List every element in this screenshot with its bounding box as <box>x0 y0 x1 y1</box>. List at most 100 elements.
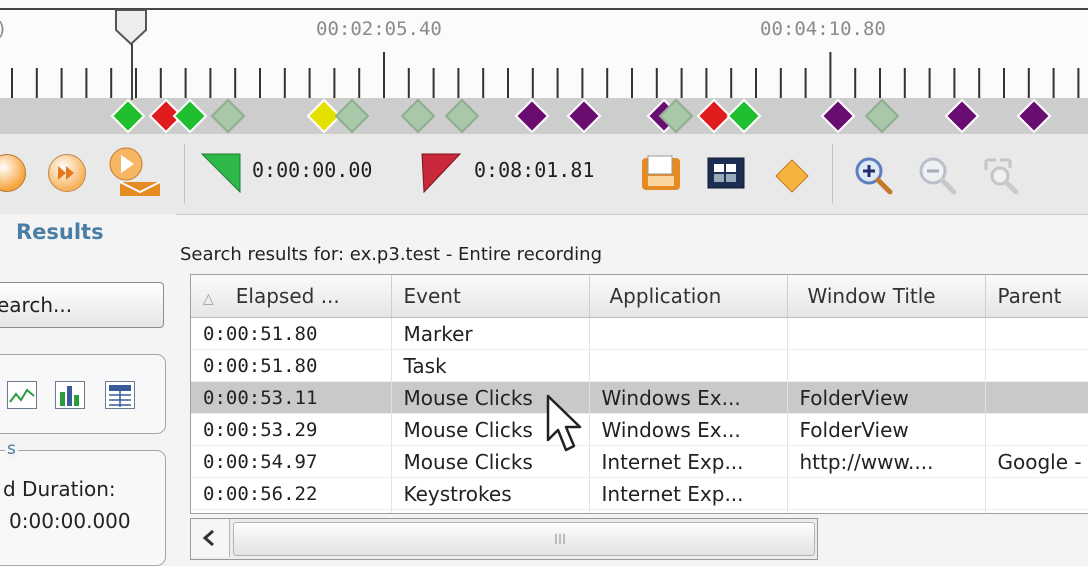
table-row[interactable]: 0:00:56.29KeystrokesInternet Exp... <box>191 509 1088 513</box>
zoom-fit-icon[interactable] <box>980 154 1024 198</box>
statistics-group: s d Duration: 0:00:00.000 <box>0 439 166 566</box>
bar-view-icon[interactable] <box>55 381 85 409</box>
results-grid[interactable]: △ Elapsed ... Event Application Window Ti… <box>190 274 1088 514</box>
fast-forward-icon[interactable] <box>48 154 86 192</box>
diamond-marker-icon[interactable] <box>772 158 812 194</box>
toolbar: 0:00:00.00 0:08:01.81 <box>0 134 1088 215</box>
cell-event: Task <box>391 349 590 382</box>
chart-view-icon[interactable] <box>7 381 37 409</box>
timeline[interactable]: ) 00:02:05.40 00:04:10.80 <box>0 0 1088 134</box>
left-panel: Results earch... s d Duration: 0:00:00.0… <box>0 214 176 566</box>
cell-event: Keystrokes <box>391 509 590 513</box>
cell-window-title <box>787 509 986 513</box>
scroll-left-button[interactable] <box>191 519 230 557</box>
event-marker[interactable] <box>1016 98 1052 134</box>
start-time: 0:00:00.00 <box>252 158 373 182</box>
sort-ascending-icon: △ <box>203 291 214 307</box>
cell-elapsed: 0:00:51.80 <box>191 349 392 382</box>
cell-window-title: http://www.... <box>787 445 986 478</box>
event-marker[interactable] <box>400 98 436 134</box>
cell-parent <box>985 477 1088 510</box>
cell-elapsed: 0:00:56.29 <box>191 509 392 513</box>
results-table: △ Elapsed ... Event Application Window Ti… <box>191 275 1088 513</box>
mouse-cursor-icon <box>546 394 582 452</box>
end-marker-icon[interactable] <box>420 152 464 196</box>
cell-parent <box>985 317 1088 350</box>
marker-band[interactable] <box>0 98 1088 134</box>
table-row[interactable]: 0:00:51.80 Marker <box>191 317 1088 350</box>
cell-elapsed: 0:00:53.11 <box>191 381 392 414</box>
statistics-group-label: s <box>5 439 18 459</box>
view-mode-group <box>0 354 166 434</box>
event-marker[interactable] <box>726 98 762 134</box>
event-markers[interactable] <box>0 98 1088 134</box>
cell-window-title <box>787 349 986 382</box>
playhead-handle[interactable] <box>112 8 152 48</box>
cell-parent <box>985 509 1088 513</box>
event-marker[interactable] <box>864 98 900 134</box>
cell-application: Internet Exp... <box>589 477 788 510</box>
table-row[interactable]: 0:00:54.97 Mouse Clicks Internet Exp... htt… <box>191 445 1088 478</box>
cell-application: Internet Exp... <box>589 445 788 478</box>
cell-elapsed: 0:00:51.80 <box>191 317 392 350</box>
duration-value: 0:00:00.000 <box>9 509 131 533</box>
zoom-in-icon[interactable] <box>852 154 896 198</box>
horizontal-scrollbar[interactable] <box>190 518 818 560</box>
event-marker[interactable] <box>110 98 146 134</box>
event-marker[interactable] <box>566 98 602 134</box>
results-caption: Search results for: ex.p3.test - Entire … <box>180 244 603 265</box>
event-marker[interactable] <box>696 98 732 134</box>
zoom-out-icon[interactable] <box>916 154 960 198</box>
cell-elapsed: 0:00:56.22 <box>191 477 392 510</box>
table-view-icon[interactable] <box>105 381 135 409</box>
cell-window-title: FolderView <box>787 381 986 414</box>
event-marker[interactable] <box>172 98 208 134</box>
search-button[interactable]: earch... <box>0 282 164 328</box>
event-marker[interactable] <box>210 98 246 134</box>
scroll-thumb[interactable] <box>233 522 815 556</box>
table-row[interactable]: 0:00:53.29 Mouse Clicks Windows Ex... Folde… <box>191 413 1088 446</box>
cell-event: Marker <box>391 317 590 350</box>
table-row[interactable]: 0:00:53.11 Mouse Clicks Windows Ex... Folde… <box>191 381 1088 414</box>
cell-parent <box>985 349 1088 382</box>
cell-application: Windows Ex... <box>589 413 788 446</box>
start-marker-icon[interactable] <box>200 152 244 196</box>
cell-event: Keystrokes <box>391 477 590 510</box>
cell-elapsed: 0:00:54.97 <box>191 445 392 478</box>
event-marker[interactable] <box>944 98 980 134</box>
column-header-elapsed[interactable]: △ Elapsed ... <box>191 275 392 318</box>
cell-application: Internet Exp... <box>589 509 788 513</box>
cell-parent: Google - <box>985 445 1088 478</box>
event-marker[interactable] <box>444 98 480 134</box>
event-marker[interactable] <box>514 98 550 134</box>
cell-window-title <box>787 477 986 510</box>
cell-parent <box>985 413 1088 446</box>
event-marker[interactable] <box>820 98 856 134</box>
play-export-icon[interactable] <box>104 144 162 200</box>
column-header-label: Elapsed ... <box>235 284 340 308</box>
playhead-line <box>131 44 133 100</box>
cell-parent <box>985 381 1088 414</box>
end-time: 0:08:01.81 <box>474 158 595 182</box>
cell-window-title: FolderView <box>787 413 986 446</box>
event-marker[interactable] <box>334 98 370 134</box>
cell-window-title <box>787 317 986 350</box>
table-row[interactable]: 0:00:51.80 Task <box>191 349 1088 382</box>
cell-application <box>589 349 788 382</box>
toolbar-separator <box>184 144 185 204</box>
duration-label: d Duration: <box>3 477 116 501</box>
cell-elapsed: 0:00:53.29 <box>191 413 392 446</box>
toolbar-separator <box>832 144 833 204</box>
column-header-event[interactable]: Event <box>391 275 590 318</box>
results-title: Results <box>16 220 104 244</box>
save-icon[interactable] <box>640 154 684 194</box>
play-icon[interactable] <box>0 154 26 192</box>
film-icon[interactable] <box>704 154 748 194</box>
cell-application <box>589 317 788 350</box>
header-row: △ Elapsed ... Event Application Window Ti… <box>191 275 1088 318</box>
column-header-application[interactable]: Application <box>589 275 788 318</box>
table-row[interactable]: 0:00:56.22 Keystrokes Internet Exp... <box>191 477 1088 510</box>
column-header-parent[interactable]: Parent <box>985 275 1088 318</box>
cell-application: Windows Ex... <box>589 381 788 414</box>
column-header-window-title[interactable]: Window Title <box>787 275 986 318</box>
